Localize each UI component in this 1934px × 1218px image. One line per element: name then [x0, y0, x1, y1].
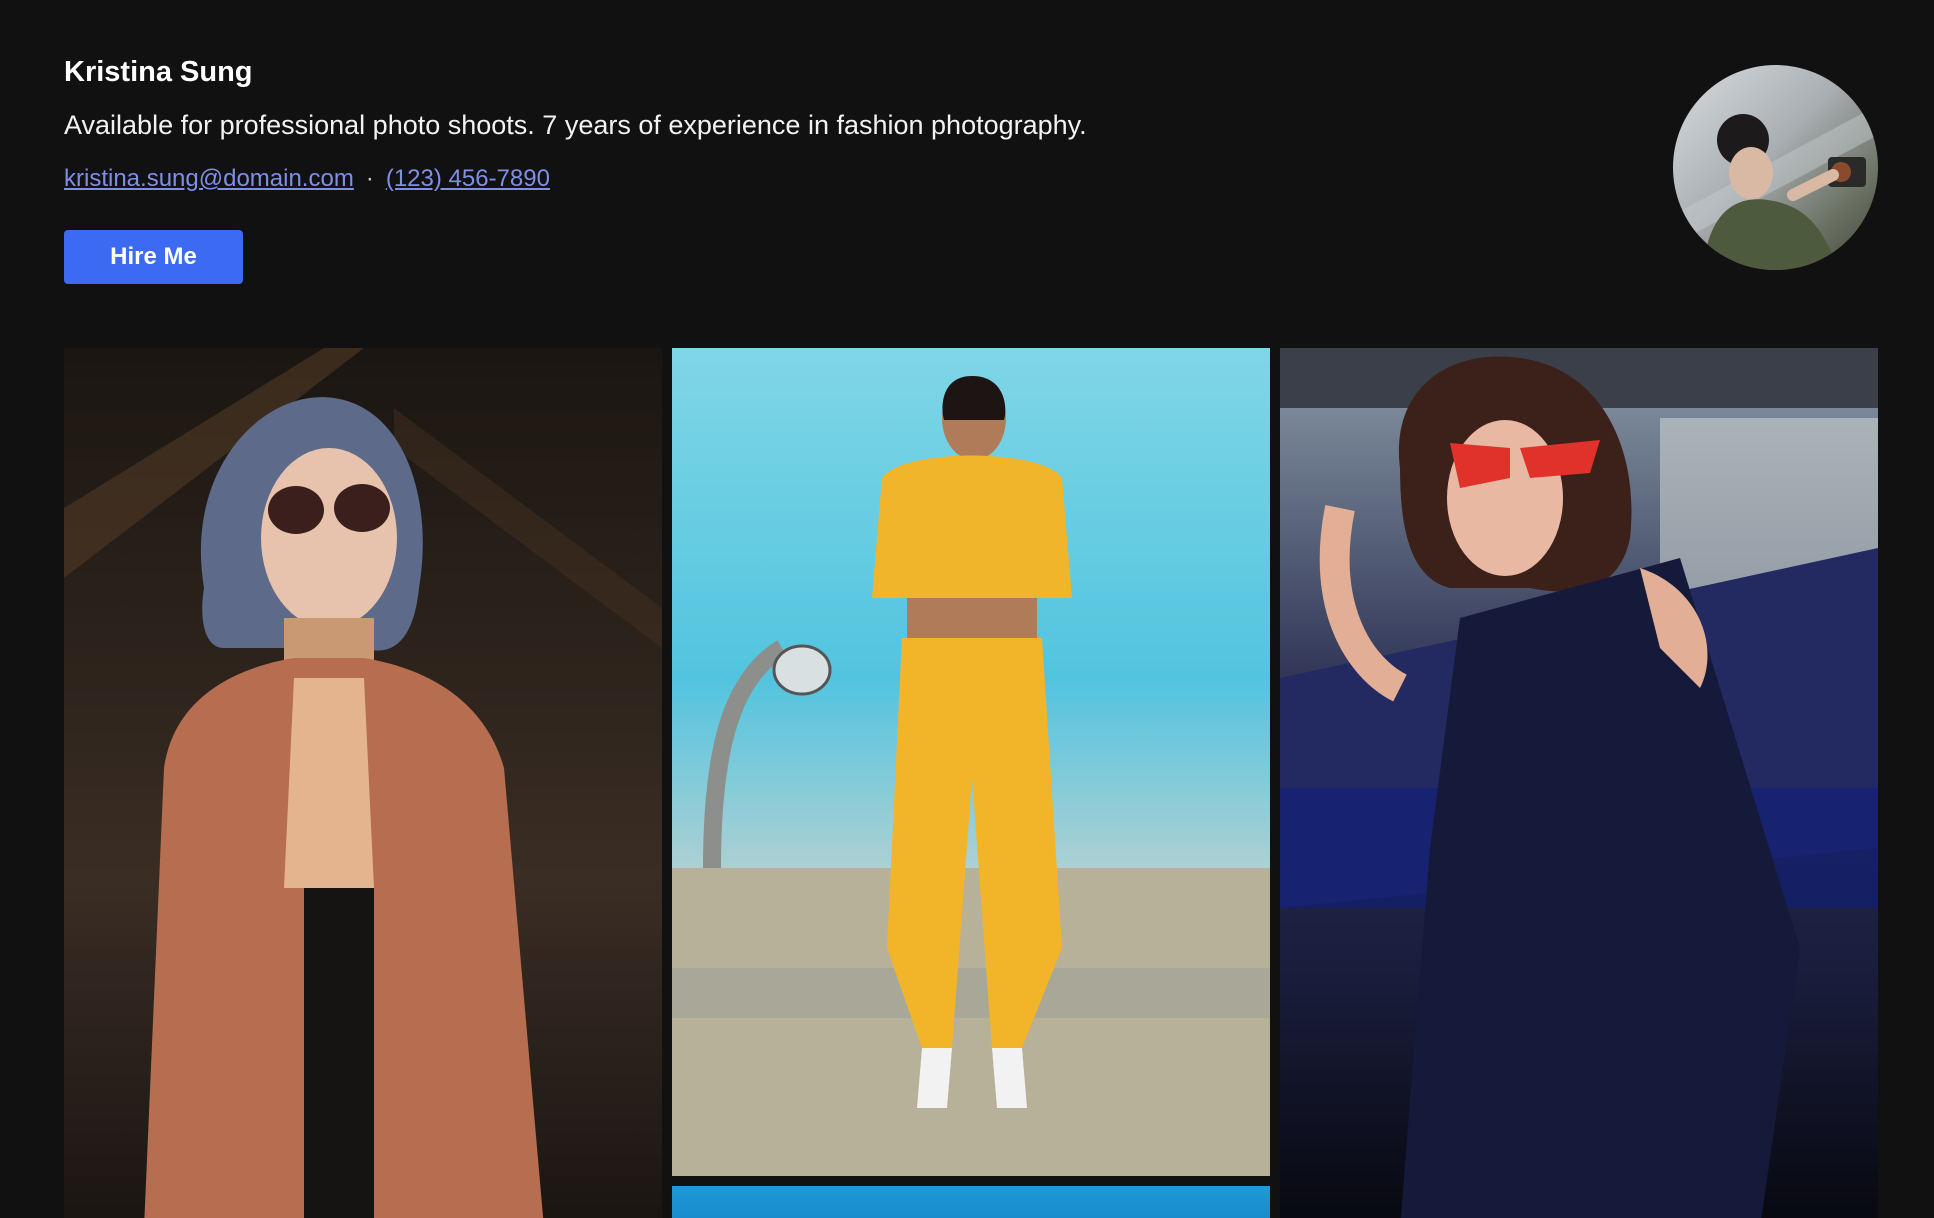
photo-woman-coat-sunglasses[interactable] — [64, 348, 662, 1218]
hire-me-button[interactable]: Hire Me — [64, 230, 243, 284]
profile-bio: Available for professional photo shoots.… — [64, 110, 1087, 140]
profile-header: Kristina Sung Available for professional… — [64, 52, 1464, 196]
contact-links: kristina.sung@domain.com · (123) 456-7890 — [64, 162, 1464, 196]
photo-woman-yellow-tracksuit[interactable] — [672, 348, 1270, 1176]
email-link[interactable]: kristina.sung@domain.com — [64, 165, 354, 192]
contact-separator: · — [365, 165, 374, 192]
photo-woman-red-sunglasses[interactable] — [1280, 348, 1878, 1218]
phone-link[interactable]: (123) 456-7890 — [386, 165, 550, 192]
photo-red-sunglasses-image — [1280, 348, 1878, 1218]
photo-woman-coat-image — [64, 348, 662, 1218]
photo-yellow-tracksuit-image — [672, 376, 1270, 1176]
avatar — [1673, 65, 1878, 270]
portfolio-page: Kristina Sung Available for professional… — [0, 0, 1934, 1218]
profile-name: Kristina Sung — [64, 56, 253, 88]
photo-gallery — [64, 348, 1878, 1218]
avatar-photographer-image — [1673, 105, 1878, 270]
photo-blue-sky[interactable] — [672, 1186, 1270, 1218]
